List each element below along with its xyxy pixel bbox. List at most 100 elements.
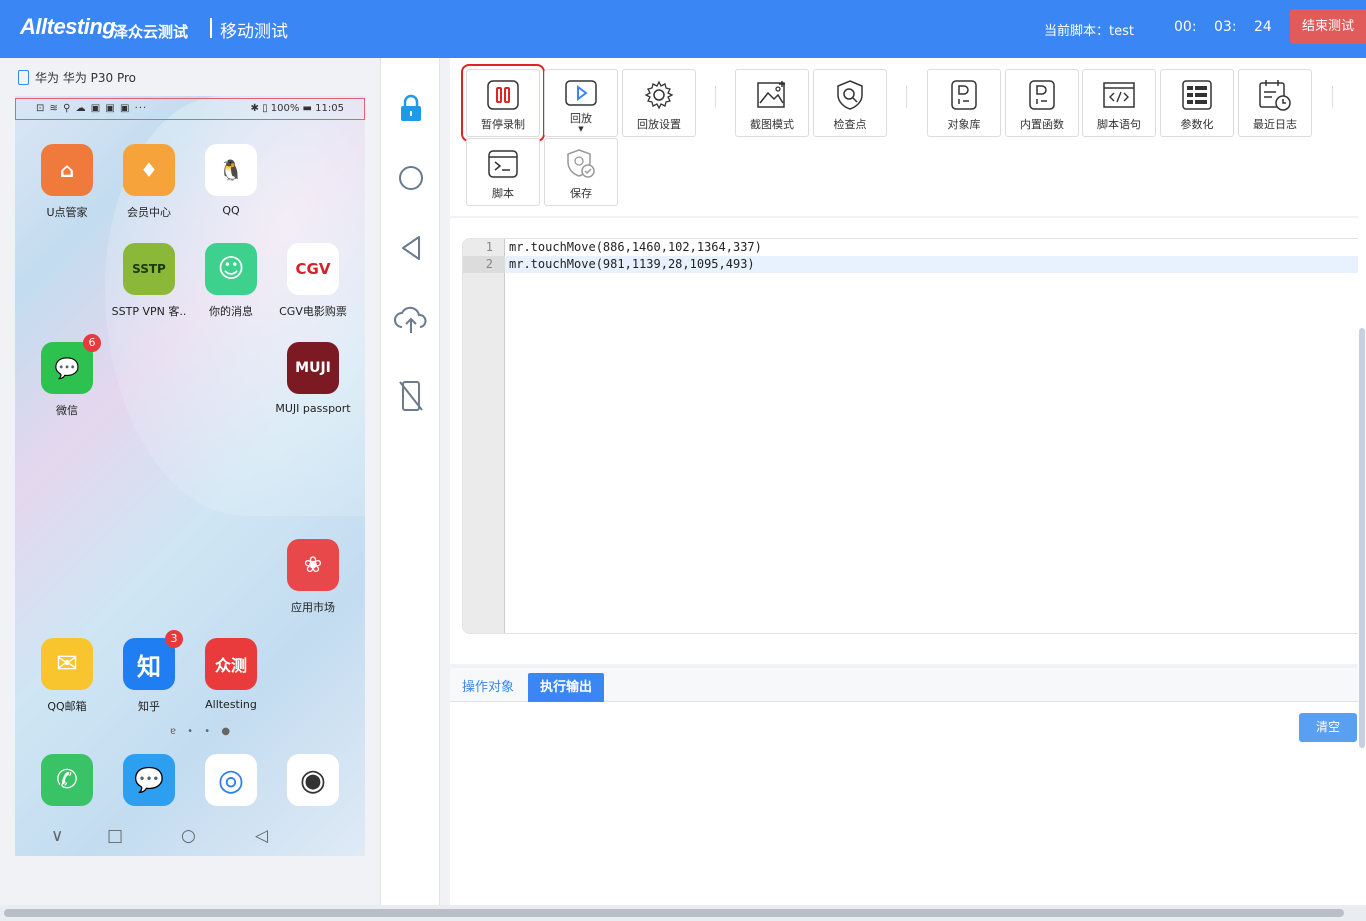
app-qq[interactable]: 🐧 QQ: [190, 144, 272, 217]
horizontal-scrollbar[interactable]: [0, 905, 1366, 921]
recent-logs-button[interactable]: 最近日志: [1238, 69, 1312, 137]
app-label: 你的消息: [209, 305, 253, 318]
phone-icon: [18, 70, 29, 85]
nav-collapse-icon[interactable]: ∨: [51, 826, 63, 846]
app-huawei-appgallery[interactable]: ❀ 应用市场: [272, 539, 354, 615]
lock-icon[interactable]: [393, 90, 429, 126]
app-label: 应用市场: [291, 601, 335, 614]
app-member-center[interactable]: ♦ 会员中心: [108, 144, 190, 220]
message-bubble-icon: 💬: [123, 754, 175, 806]
app-zhihu[interactable]: 知 3 知乎: [108, 630, 190, 714]
builtin-functions-button[interactable]: 内置函数: [1005, 69, 1079, 137]
app-label: U点管家: [46, 206, 88, 219]
dock-phone[interactable]: ✆: [26, 754, 108, 806]
object-library-button[interactable]: 对象库: [927, 69, 1001, 137]
script-statements-button[interactable]: 脚本语句: [1082, 69, 1156, 137]
app-messages-you[interactable]: ☺ 你的消息: [190, 243, 272, 319]
app-alltesting[interactable]: 众测 Alltesting: [190, 638, 272, 711]
current-script-label: 当前脚本：test: [1044, 24, 1134, 39]
app-label: 会员中心: [127, 206, 171, 219]
top-header: Alltesting 泽众云测试 移动测试 当前脚本：test 00: 03: …: [0, 0, 1366, 58]
timer-hours: 00:: [1174, 19, 1197, 35]
code-text: mr.touchMove(981,1139,28,1095,493): [509, 257, 755, 271]
camera-icon: ◉: [287, 754, 339, 806]
save-button[interactable]: 保存: [544, 138, 618, 206]
app-wechat[interactable]: 💬 6 微信: [26, 334, 108, 418]
shield-search-icon: [833, 78, 867, 112]
code-window-icon: [1102, 78, 1136, 112]
output-tabs: 操作对象 执行输出: [450, 668, 1366, 702]
device-panel: 华为 华为 P30 Pro ⊡ ≋ ⚲ ☁ ▣ ▣ ▣ ··· ✱ ▯ 100%…: [0, 58, 380, 908]
app-upoint[interactable]: ⌂ U点管家: [26, 144, 108, 220]
clear-button[interactable]: 清空: [1299, 713, 1357, 742]
home-circle-icon[interactable]: [393, 160, 429, 196]
toolbar-divider: [1332, 86, 1333, 108]
code-text: mr.touchMove(886,1460,102,1364,337): [509, 240, 762, 254]
penguin-app-icon: 🐧: [205, 144, 257, 196]
back-triangle-icon[interactable]: [393, 230, 429, 266]
cloud-upload-icon[interactable]: [393, 302, 429, 338]
app-cgv[interactable]: CGV CGV电影购票: [272, 243, 354, 319]
scrollbar-thumb[interactable]: [1359, 328, 1365, 748]
app-label: MUJI passport: [275, 402, 351, 415]
device-screen[interactable]: ⊡ ≋ ⚲ ☁ ▣ ▣ ▣ ··· ✱ ▯ 100% ▬ 11:05 ⌂ U点管…: [15, 96, 365, 856]
module-title: 移动测试: [220, 22, 288, 42]
line-number: 2: [463, 256, 505, 273]
nav-recent-icon[interactable]: □: [107, 826, 123, 846]
cgv-app-icon: CGV: [287, 243, 339, 295]
zhihu-app-icon: 知 3: [123, 630, 183, 690]
browser-globe-icon: ◎: [205, 754, 257, 806]
android-nav-bar: ∨ □ ○ ◁: [15, 818, 365, 856]
nav-home-icon[interactable]: ○: [181, 826, 196, 846]
code-line[interactable]: 1 mr.touchMove(886,1460,102,1364,337): [463, 239, 1365, 256]
mail-app-icon: ✉: [41, 638, 93, 690]
device-header: 华为 华为 P30 Pro: [18, 69, 136, 86]
screenshot-mode-button[interactable]: 截图模式: [735, 69, 809, 137]
pause-record-button[interactable]: 暂停录制: [461, 64, 545, 142]
tab-execution-output[interactable]: 执行输出: [528, 673, 605, 702]
record-toolbar: 暂停录制 回放 ▼ 回放设置 截图模式 检查点 对象库 内置函数 脚本语句 参数…: [450, 58, 1366, 216]
brand-name: 泽众云测试: [113, 23, 189, 41]
script-button[interactable]: 脚本: [466, 138, 540, 206]
diamond-app-icon: ♦: [123, 144, 175, 196]
app-label: Alltesting: [205, 698, 257, 711]
dock-messages[interactable]: 💬: [108, 754, 190, 806]
pause-icon: [486, 78, 520, 112]
main-area: 暂停录制 回放 ▼ 回放设置 截图模式 检查点 对象库 内置函数 脚本语句 参数…: [450, 58, 1366, 908]
playback-button[interactable]: 回放 ▼: [544, 69, 618, 137]
wechat-app-icon: 💬 6: [41, 334, 101, 394]
vertical-scrollbar[interactable]: [1358, 58, 1366, 905]
home-app-icon: ⌂: [41, 144, 93, 196]
phone-off-icon[interactable]: [393, 378, 429, 414]
nav-back-icon[interactable]: ◁: [255, 826, 268, 846]
code-editor[interactable]: 1 mr.touchMove(886,1460,102,1364,337) 2 …: [462, 238, 1366, 634]
tab-operation-objects[interactable]: 操作对象: [450, 673, 526, 702]
dock-browser[interactable]: ◎: [190, 754, 272, 806]
notification-badge: 3: [165, 630, 183, 648]
code-line-active[interactable]: 2 mr.touchMove(981,1139,28,1095,493): [463, 256, 1365, 273]
timer-seconds: 24: [1254, 19, 1272, 35]
app-qq-mail[interactable]: ✉ QQ邮箱: [26, 638, 108, 714]
app-label: QQ邮箱: [47, 700, 87, 713]
parameterize-button[interactable]: 参数化: [1160, 69, 1234, 137]
page-indicator: ɐ • • ●: [170, 726, 235, 737]
playback-settings-button[interactable]: 回放设置: [622, 69, 696, 137]
app-sstp-vpn[interactable]: SSTP SSTP VPN 客..: [108, 243, 190, 319]
toolbar-divider: [715, 86, 716, 108]
list-grid-icon: [1180, 78, 1214, 112]
phone-call-icon: ✆: [41, 754, 93, 806]
app-label: QQ: [222, 204, 240, 217]
app-muji[interactable]: MUJI MUJI passport: [272, 342, 354, 415]
gear-icon: [642, 78, 676, 112]
editor-panel: 1 mr.touchMove(886,1460,102,1364,337) 2 …: [450, 218, 1366, 664]
scrollbar-thumb[interactable]: [4, 909, 1344, 917]
dock-camera[interactable]: ◉: [272, 754, 354, 806]
chevron-down-icon: ▼: [578, 125, 584, 133]
smiley-app-icon: ☺: [205, 243, 257, 295]
terminal-icon: [486, 147, 520, 181]
end-test-button[interactable]: 结束测试: [1290, 9, 1366, 44]
huawei-app-icon: ❀: [287, 539, 339, 591]
timer-minutes: 03:: [1214, 19, 1237, 35]
side-toolbar: [380, 58, 440, 908]
checkpoint-button[interactable]: 检查点: [813, 69, 887, 137]
